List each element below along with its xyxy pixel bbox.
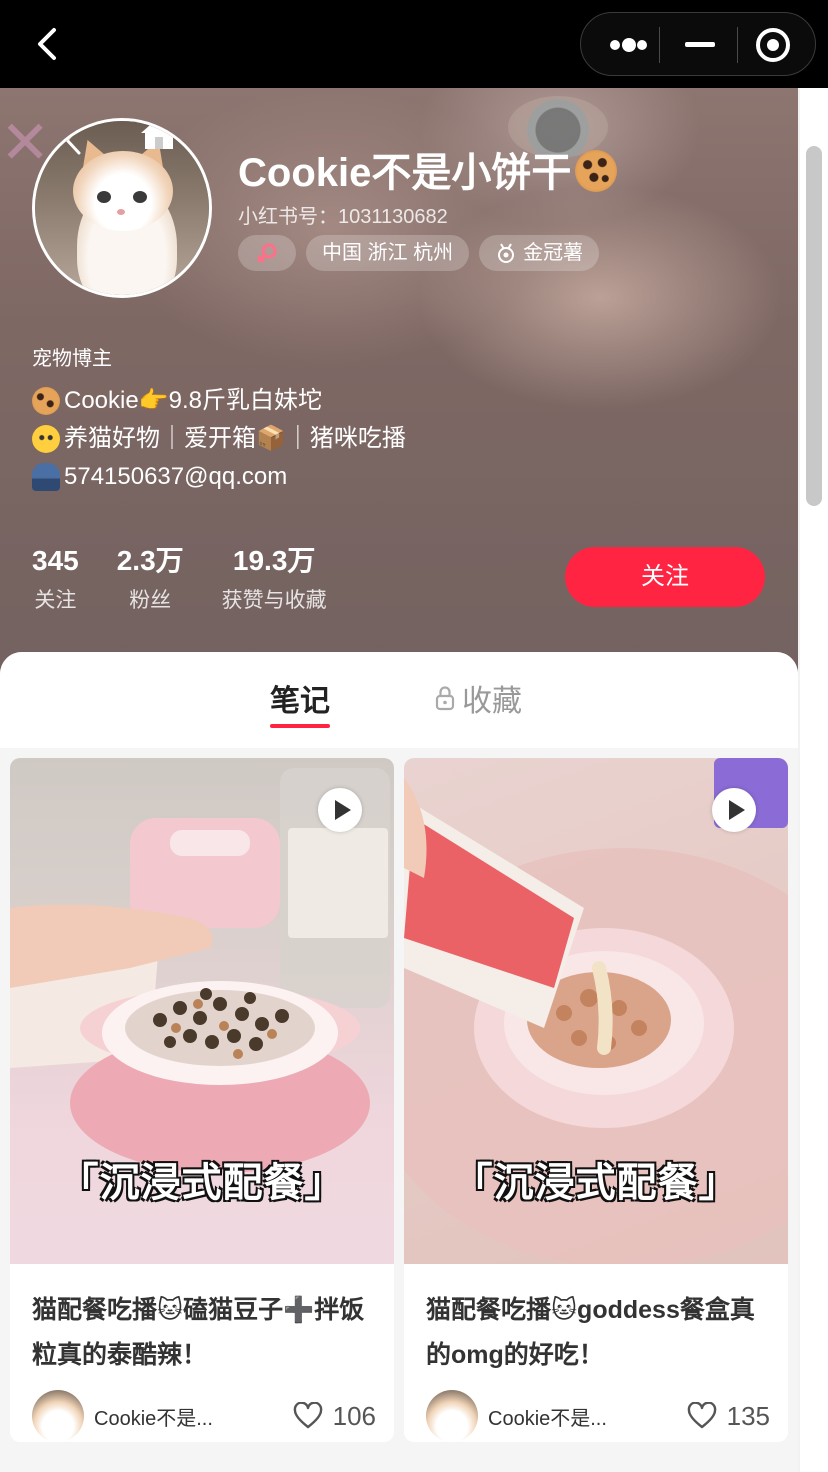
lock-icon [435, 686, 455, 711]
mailbox-emoji-icon [32, 463, 60, 491]
note-footer: Cookie不是... 135 [426, 1390, 770, 1442]
like-count: 135 [726, 1400, 770, 1431]
thumbnail-caption: 「沉浸式配餐」 [452, 1161, 740, 1205]
author-avatar[interactable] [426, 1390, 478, 1442]
gender-chip [238, 235, 296, 271]
overlay-back-icon [64, 125, 81, 155]
note-title[interactable]: 猫配餐吃播🐱goddess餐盒真的omg的好吃！ [426, 1288, 766, 1378]
heart-icon [687, 1402, 716, 1429]
profile-bio: Cookie👉9.8斤乳白妹坨 养猫好物｜爱开箱📦｜猪咪吃播 574150637… [32, 382, 406, 496]
tab-notes[interactable]: 笔记 [270, 676, 330, 728]
more-button[interactable] [587, 13, 663, 77]
female-icon [257, 243, 277, 263]
like-count: 106 [332, 1400, 376, 1431]
nickname: Cookie不是小饼干 [238, 140, 618, 198]
note-card[interactable]: 「沉浸式配餐」 猫配餐吃播🐱磕猫豆子➕拌饭粒真的泰酷辣！ Cookie不是...… [10, 758, 394, 1442]
profile-tagline: 宠物博主 [32, 348, 112, 370]
tab-collections[interactable]: 收藏 [434, 676, 522, 720]
cookie-emoji-icon [575, 150, 618, 192]
tab-collections-label: 收藏 [462, 685, 522, 718]
author-name[interactable]: Cookie不是... [94, 1402, 244, 1431]
stat-likes-collects[interactable]: 19.3万 获赞与收藏 [222, 544, 327, 614]
note-thumbnail[interactable]: 「沉浸式配餐」 [404, 758, 788, 1264]
medal-icon [498, 243, 515, 263]
note-title[interactable]: 猫配餐吃播🐱磕猫豆子➕拌饭粒真的泰酷辣！ [32, 1288, 372, 1378]
profile-chips: 中国 浙江 杭州 金冠薯 [238, 235, 600, 271]
stat-label: 获赞与收藏 [221, 589, 327, 612]
stat-value: 2.3万 [116, 545, 184, 576]
minimize-button[interactable] [661, 13, 737, 77]
bio-text: Cookie👉9.8斤乳白妹坨 [64, 387, 322, 414]
level-chip[interactable]: 金冠薯 [479, 235, 600, 271]
cat-emoji-icon [32, 425, 60, 453]
note-footer: Cookie不是... 106 [32, 1390, 376, 1442]
author-name[interactable]: Cookie不是... [488, 1402, 638, 1431]
nickname-text: Cookie不是小饼干 [238, 151, 572, 195]
video-play-icon[interactable] [318, 788, 362, 832]
chevron-left-icon [38, 28, 56, 60]
location-chip: 中国 浙江 杭州 [306, 235, 470, 271]
stat-value: 345 [32, 545, 79, 576]
level-label: 金冠薯 [523, 242, 584, 264]
capsule-divider [659, 27, 660, 63]
heart-icon [293, 1402, 322, 1429]
mini-program-capsule [580, 12, 816, 76]
cookie-emoji-icon [32, 387, 60, 415]
top-bar [0, 0, 828, 88]
back-button[interactable] [28, 22, 68, 66]
note-thumbnail[interactable]: 「沉浸式配餐」 [10, 758, 394, 1264]
bio-line: Cookie👉9.8斤乳白妹坨 [32, 382, 406, 420]
close-button[interactable] [737, 13, 813, 77]
more-dots-icon [610, 38, 647, 52]
bio-line: 574150637@qq.com [32, 458, 406, 496]
like-button[interactable]: 106 [293, 1401, 376, 1432]
bio-text: 养猫好物｜爱开箱📦｜猪咪吃播 [64, 425, 406, 452]
like-button[interactable]: 135 [687, 1401, 770, 1432]
stat-label: 关注 [34, 589, 77, 612]
scrollbar-thumb[interactable] [806, 146, 822, 506]
stat-followers[interactable]: 2.3万 粉丝 [117, 544, 184, 614]
profile-stats: 345 关注 2.3万 粉丝 19.3万 获赞与收藏 [32, 544, 327, 614]
author-avatar[interactable] [32, 1390, 84, 1442]
stat-value: 19.3万 [232, 545, 316, 576]
notes-panel: 笔记 收藏 「沉浸式配餐」 猫配餐吃播🐱磕猫豆子➕拌饭粒真的泰酷辣！ Cooki… [0, 652, 798, 1472]
profile-header: ✕ Cookie不是小饼干 小红书号：1031130682 中国 浙江 杭州 金… [0, 88, 798, 688]
bio-email[interactable]: 574150637@qq.com [64, 458, 287, 496]
thumbnail-caption: 「沉浸式配餐」 [58, 1161, 346, 1205]
note-card[interactable]: 「沉浸式配餐」 猫配餐吃播🐱goddess餐盒真的omg的好吃！ Cookie不… [404, 758, 788, 1442]
home-icon [141, 121, 177, 149]
profile-tabs: 笔记 收藏 [0, 652, 798, 748]
bio-line: 养猫好物｜爱开箱📦｜猪咪吃播 [32, 420, 406, 458]
stat-label: 粉丝 [129, 589, 172, 612]
video-play-icon[interactable] [712, 788, 756, 832]
red-id: 小红书号：1031130682 [238, 206, 448, 228]
profile-avatar[interactable] [32, 118, 212, 298]
minimize-icon [685, 42, 715, 47]
target-icon [756, 28, 790, 62]
stat-following[interactable]: 345 关注 [32, 544, 79, 614]
follow-button[interactable]: 关注 [565, 547, 765, 607]
